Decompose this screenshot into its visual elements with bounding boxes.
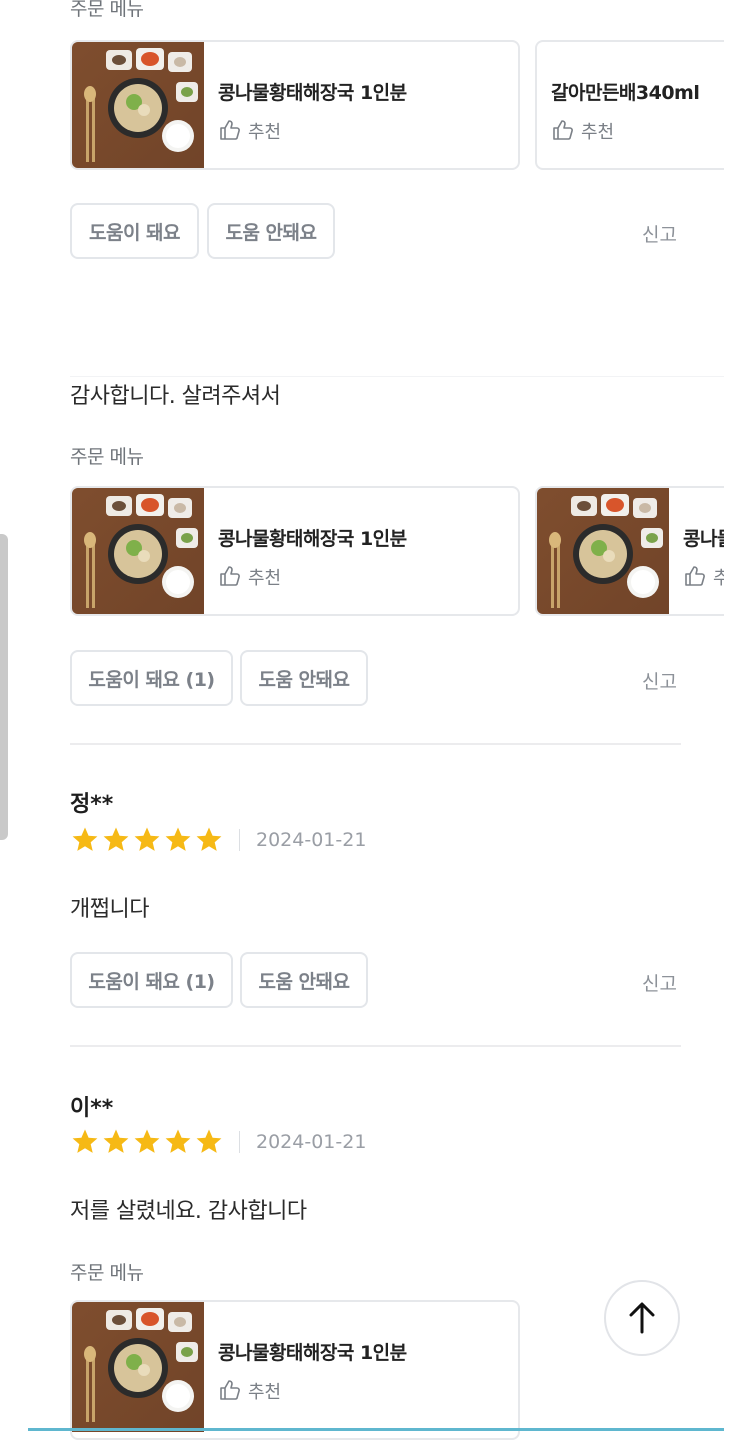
scroll-to-top-button[interactable] — [604, 1280, 680, 1356]
divider — [70, 376, 730, 377]
star-icon — [165, 827, 191, 851]
star-rating — [71, 826, 223, 854]
thumbs-up-icon — [220, 120, 240, 140]
recommend-label: 추천 — [581, 122, 615, 143]
side-scroll-handle[interactable] — [0, 534, 8, 840]
star-icon — [196, 827, 222, 851]
recommend-label: 추천 — [248, 568, 282, 589]
star-icon — [134, 1129, 160, 1153]
not-helpful-button[interactable]: 도움 안돼요 — [240, 650, 368, 706]
report-link[interactable]: 신고 — [642, 667, 677, 694]
recommend-button[interactable]: 추천 — [218, 1378, 281, 1404]
divider — [70, 1045, 681, 1047]
divider — [70, 743, 681, 745]
review-text: 개쩝니다 — [70, 897, 149, 922]
review-author: 정** — [70, 792, 114, 817]
helpful-button[interactable]: 도움이 돼요 (1) — [70, 952, 233, 1008]
star-icon — [103, 1129, 129, 1153]
bottom-accent-line — [28, 1428, 724, 1431]
arrow-up-icon — [629, 1302, 655, 1334]
menu-thumbnail — [537, 488, 669, 614]
star-rating — [71, 1128, 223, 1156]
menu-thumbnail — [72, 1302, 204, 1438]
star-icon — [103, 827, 129, 851]
recommend-button[interactable]: 추천 — [551, 118, 614, 144]
review-date: 2024-01-21 — [256, 1131, 367, 1153]
not-helpful-button[interactable]: 도움 안돼요 — [207, 203, 335, 259]
recommend-label: 추천 — [248, 122, 282, 143]
recommend-button[interactable]: 추천 — [218, 118, 281, 144]
menu-card[interactable]: 콩나물황태해장국 1인분 추천 — [535, 486, 750, 616]
review-date: 2024-01-21 — [256, 829, 367, 851]
thumbs-up-icon — [220, 566, 240, 586]
star-icon — [72, 827, 98, 851]
viewport-edge — [724, 0, 750, 1440]
recommend-label: 추천 — [248, 1382, 282, 1403]
star-icon — [72, 1129, 98, 1153]
thumbs-up-icon — [685, 566, 705, 586]
menu-card[interactable]: 콩나물황태해장국 1인분 추천 — [70, 486, 520, 616]
separator — [239, 829, 240, 851]
helpful-button[interactable]: 도움이 돼요 (1) — [70, 650, 233, 706]
menu-title: 콩나물황태해장국 1인분 — [218, 1342, 407, 1364]
star-icon — [165, 1129, 191, 1153]
helpful-button[interactable]: 도움이 돼요 — [70, 203, 199, 259]
menu-title: 콩나물황태해장국 1인분 — [218, 82, 407, 104]
order-menu-label: 주문 메뉴 — [70, 1262, 144, 1284]
menu-title: 갈아만든배340ml — [551, 82, 700, 104]
menu-thumbnail — [72, 42, 204, 168]
order-menu-label: 주문 메뉴 — [70, 0, 144, 20]
thumbs-up-icon — [220, 1380, 240, 1400]
report-link[interactable]: 신고 — [642, 220, 677, 247]
recommend-button[interactable]: 추천 — [218, 564, 281, 590]
review-text: 감사합니다. 살려주셔서 — [70, 384, 281, 409]
review-text: 저를 살렸네요. 감사합니다 — [70, 1199, 307, 1224]
menu-card[interactable]: 갈아만든배340ml 추천 — [535, 40, 750, 170]
star-icon — [134, 827, 160, 851]
star-icon — [196, 1129, 222, 1153]
thumbs-up-icon — [553, 120, 573, 140]
separator — [239, 1131, 240, 1153]
menu-title: 콩나물황태해장국 1인분 — [218, 528, 407, 550]
menu-card[interactable]: 콩나물황태해장국 1인분 추천 — [70, 1300, 520, 1440]
report-link[interactable]: 신고 — [642, 969, 677, 996]
order-menu-label: 주문 메뉴 — [70, 446, 144, 468]
not-helpful-button[interactable]: 도움 안돼요 — [240, 952, 368, 1008]
menu-card[interactable]: 콩나물황태해장국 1인분 추천 — [70, 40, 520, 170]
review-author: 이** — [70, 1096, 114, 1121]
menu-thumbnail — [72, 488, 204, 614]
